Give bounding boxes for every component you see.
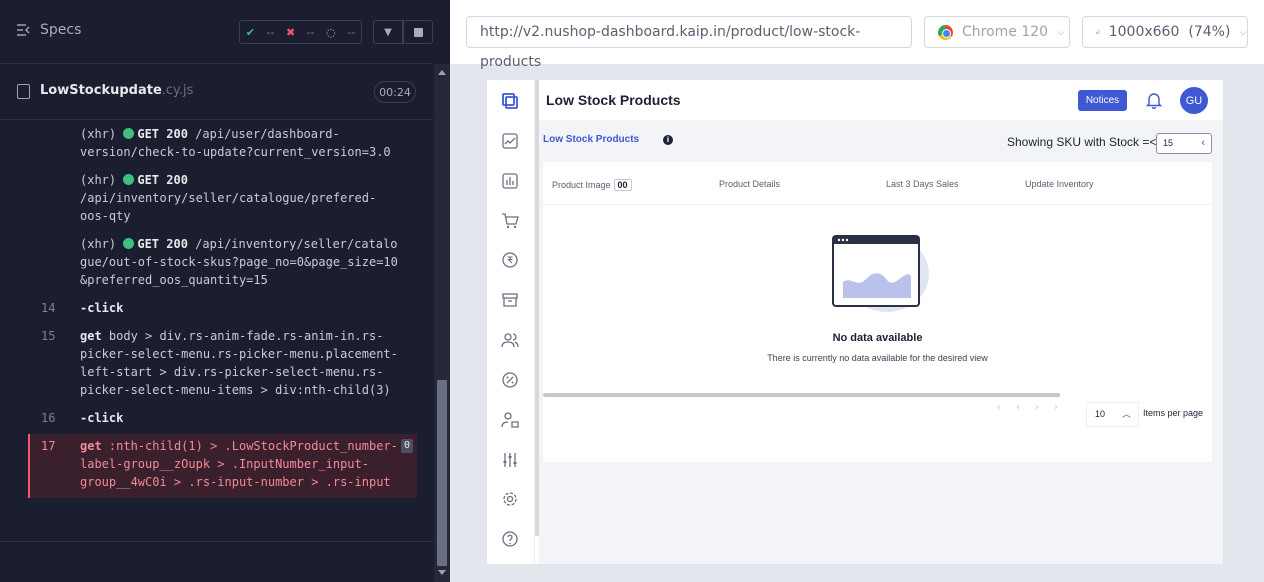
status-dot-icon	[123, 128, 135, 139]
log-entry[interactable]: (xhr) GET 200 /api/inventory/seller/cata…	[30, 168, 417, 232]
viewport-selector[interactable]: 1000x660 (74%) ⌵	[1082, 16, 1248, 48]
file-icon	[17, 84, 30, 99]
app-under-test: Low Stock Products Notices GU Low Stock …	[487, 80, 1223, 564]
divider	[0, 541, 433, 542]
test-stats: ✔ -- ✖ -- ◌ --	[239, 20, 362, 44]
products-table: Product Image 00 Product Details Last 3 D…	[543, 162, 1212, 462]
scroll-down-icon[interactable]	[438, 570, 446, 575]
spec-file-name[interactable]: LowStockupdate.cy.js	[40, 83, 193, 98]
status-dot-icon	[123, 238, 135, 249]
app-main-content: Low Stock Products Notices GU Low Stock …	[539, 80, 1223, 564]
pending-circle-icon: ◌	[326, 25, 336, 39]
log-entry[interactable]: 14 -click	[30, 296, 417, 324]
dropdown-button[interactable]: ▼	[373, 20, 403, 44]
app-header: Low Stock Products Notices GU	[539, 80, 1223, 120]
element-count-badge: 0	[400, 439, 413, 453]
discount-icon[interactable]	[501, 371, 519, 389]
chevron-down-icon: ▼	[384, 26, 392, 38]
empty-state-illustration	[832, 235, 929, 312]
page-title: Low Stock Products	[546, 92, 681, 108]
bell-icon[interactable]	[1145, 91, 1163, 110]
notices-button[interactable]: Notices	[1078, 90, 1127, 111]
users-icon[interactable]	[501, 331, 519, 349]
column-header-last-3-days-sales: Last 3 Days Sales	[886, 179, 959, 189]
rupee-icon[interactable]	[501, 251, 519, 269]
scroll-up-icon[interactable]	[438, 70, 446, 75]
column-header-product-image: Product Image 00	[552, 179, 632, 191]
pending-count: --	[347, 25, 356, 39]
log-entry-failed[interactable]: 17 get :nth-child(1) > .LowStockProduct_…	[28, 434, 417, 498]
user-settings-icon[interactable]	[501, 411, 519, 429]
sliders-icon[interactable]	[501, 451, 519, 469]
spec-duration: 00:24	[374, 81, 416, 103]
chrome-icon	[938, 24, 953, 40]
cart-icon[interactable]	[501, 212, 519, 230]
info-icon[interactable]: i	[663, 135, 673, 145]
analytics-icon[interactable]	[501, 132, 519, 150]
cypress-runner-panel: Specs ✔ -- ✖ -- ◌ -- ▼ LowStockupdate.cy.js…	[0, 0, 450, 582]
menu-collapse-icon	[17, 24, 30, 36]
spec-file-header: LowStockupdate.cy.js 00:24	[0, 64, 433, 120]
viewport-icon	[1096, 30, 1100, 34]
specs-label: Specs	[40, 22, 82, 38]
log-entry[interactable]: (xhr) GET 200 /api/inventory/seller/cata…	[30, 232, 417, 296]
chevron-down-icon: ⌵	[1239, 26, 1247, 38]
tab-low-stock-products[interactable]: Low Stock Products	[543, 134, 639, 145]
help-icon[interactable]	[501, 530, 519, 548]
avatar[interactable]: GU	[1180, 87, 1208, 114]
stop-button[interactable]	[403, 20, 433, 44]
chevron-down-icon: ⌵	[1057, 26, 1065, 38]
app-sidebar	[487, 80, 535, 564]
column-header-product-details: Product Details	[719, 179, 781, 189]
column-header-update-inventory: Update Inventory	[1025, 179, 1094, 189]
log-entry[interactable]: 16 -click	[30, 406, 417, 434]
passed-check-icon: ✔	[245, 25, 255, 39]
passed-count: --	[266, 25, 275, 39]
status-dot-icon	[123, 174, 135, 185]
dashboard-icon[interactable]	[501, 92, 519, 110]
empty-state-title: No data available	[832, 332, 923, 344]
empty-state-subtitle: There is currently no data available for…	[767, 353, 988, 363]
specs-toggle[interactable]: Specs	[16, 22, 81, 38]
command-log: (xhr) GET 200 /api/user/dashboard-versio…	[28, 122, 417, 498]
log-entry[interactable]: 15 get body > div.rs-anim-fade.rs-anim-i…	[30, 324, 417, 406]
gear-icon[interactable]	[501, 490, 519, 508]
failed-count: --	[306, 25, 315, 39]
stop-icon	[413, 27, 423, 37]
stock-filter-select[interactable]: 15 ‹	[1156, 133, 1212, 154]
url-bar[interactable]: http://v2.nushop-dashboard.kaip.in/produ…	[466, 16, 912, 70]
chevron-left-icon: ‹	[1201, 137, 1205, 149]
stock-filter-label: Showing SKU with Stock =<:	[1007, 135, 1160, 149]
divider	[543, 204, 1212, 205]
archive-icon[interactable]	[501, 291, 519, 309]
aut-header: http://v2.nushop-dashboard.kaip.in/produ…	[450, 0, 1264, 70]
failed-x-icon: ✖	[285, 25, 296, 39]
browser-selector[interactable]: Chrome 120 ⌵	[924, 16, 1070, 48]
reports-icon[interactable]	[501, 172, 519, 190]
scrollbar-thumb[interactable]	[437, 380, 447, 566]
column-count-badge: 00	[613, 179, 632, 191]
specs-header: Specs ✔ -- ✖ -- ◌ -- ▼	[0, 0, 433, 64]
log-entry[interactable]: (xhr) GET 200 /api/user/dashboard-versio…	[30, 122, 417, 168]
